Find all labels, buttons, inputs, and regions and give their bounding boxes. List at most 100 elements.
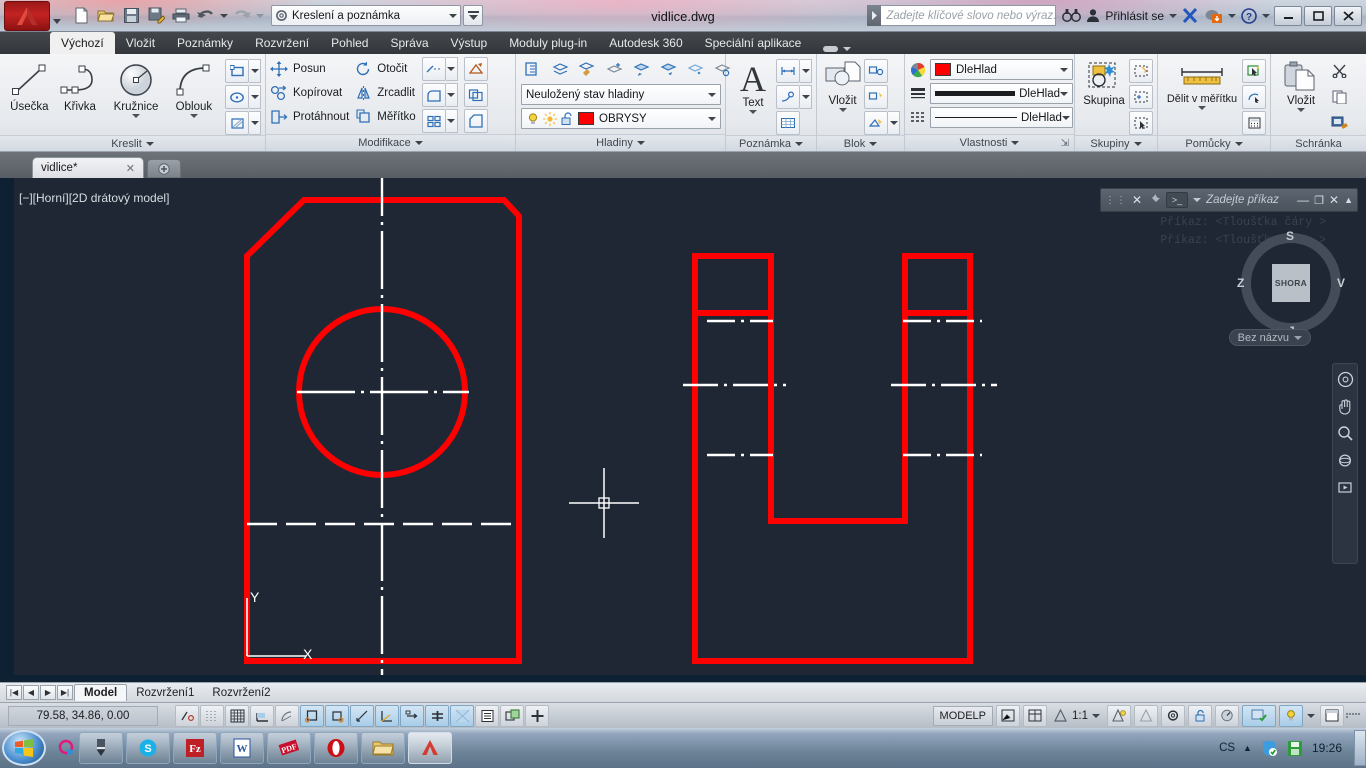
object-color-combo[interactable]: DleHlad bbox=[930, 59, 1073, 80]
filezilla-icon[interactable]: Fz bbox=[173, 732, 217, 764]
restore-button[interactable] bbox=[1304, 6, 1332, 26]
chevron-down-icon[interactable] bbox=[708, 117, 716, 121]
leader-icon[interactable] bbox=[776, 85, 800, 109]
grid-icon[interactable] bbox=[225, 705, 249, 727]
annotation-scale[interactable]: 1:1 bbox=[1049, 706, 1104, 726]
view-cube-west-label[interactable]: Z bbox=[1237, 276, 1244, 290]
new-icon[interactable] bbox=[69, 4, 93, 28]
command-prompt-icon[interactable]: >_ bbox=[1166, 192, 1188, 208]
file-tab-vidlice[interactable]: vidlice* ✕ bbox=[32, 157, 144, 178]
block-attribute-dropdown-icon[interactable] bbox=[888, 111, 900, 135]
open-icon[interactable] bbox=[94, 4, 118, 28]
panel-dialog-launcher-icon[interactable]: ⇲ bbox=[1061, 138, 1069, 149]
ellipse-icon[interactable] bbox=[225, 85, 249, 109]
steering-wheel-icon[interactable] bbox=[1335, 369, 1355, 389]
copy-icon[interactable] bbox=[1327, 85, 1351, 109]
tool-zrcadlit[interactable]: Zrcadlit bbox=[355, 81, 415, 105]
workspace-switcher[interactable]: Kreslení a poznámka bbox=[271, 5, 461, 26]
tool-meritko[interactable]: Měřítko bbox=[355, 105, 415, 129]
view-cube-face[interactable]: SHORA bbox=[1272, 264, 1310, 302]
prev-layout-button[interactable]: ◀ bbox=[23, 685, 39, 700]
lineweight-icon[interactable] bbox=[425, 705, 449, 727]
cleanscreen-icon[interactable] bbox=[1242, 705, 1276, 727]
ribbon-tab-poznamky[interactable]: Poznámky bbox=[166, 32, 244, 54]
tool-posun[interactable]: Posun bbox=[270, 57, 349, 81]
save-as-icon[interactable] bbox=[144, 4, 168, 28]
panel-label-blok[interactable]: Blok bbox=[817, 135, 904, 151]
chevron-down-icon[interactable] bbox=[415, 141, 423, 145]
ungroup-icon[interactable] bbox=[1129, 59, 1153, 83]
annotation-monitor-icon[interactable] bbox=[525, 705, 549, 727]
layer-state-combo[interactable]: Neuložený stav hladiny bbox=[521, 84, 721, 105]
new-file-tab-button[interactable] bbox=[147, 159, 181, 178]
polar-icon[interactable] bbox=[275, 705, 299, 727]
tool-usecka[interactable]: Úsečka bbox=[4, 57, 55, 113]
tool-otocit[interactable]: Otočit bbox=[355, 57, 415, 81]
wrench-icon[interactable] bbox=[1147, 193, 1161, 207]
paste-special-icon[interactable] bbox=[1327, 111, 1351, 135]
tool-vlozit-blok[interactable]: Vložit bbox=[821, 57, 864, 112]
tool-ellipse[interactable] bbox=[225, 85, 261, 109]
layout-icon[interactable] bbox=[1023, 705, 1047, 727]
chevron-down-icon[interactable] bbox=[1092, 714, 1100, 718]
tool-hatch[interactable] bbox=[225, 111, 261, 135]
ribbon-tab-moduly-plug-in[interactable]: Moduly plug-in bbox=[498, 32, 598, 54]
panel-label-hladiny[interactable]: Hladiny bbox=[516, 134, 725, 151]
tool-leader[interactable] bbox=[776, 85, 812, 109]
ribbon-minimize-control[interactable] bbox=[822, 43, 851, 54]
tool-kopirovat[interactable]: Kopírovat bbox=[270, 81, 349, 105]
workspace-icon[interactable] bbox=[1161, 705, 1185, 727]
layer-properties-icon[interactable] bbox=[521, 58, 546, 81]
rectangle-dropdown-icon[interactable] bbox=[249, 59, 261, 83]
user-icon[interactable] bbox=[1086, 8, 1100, 23]
start-orb-icon[interactable] bbox=[2, 730, 46, 766]
tool-trim[interactable] bbox=[422, 57, 458, 81]
next-layout-button[interactable]: ▶ bbox=[40, 685, 56, 700]
current-layer-combo[interactable]: OBRYSY bbox=[521, 108, 721, 129]
chevron-down-icon[interactable] bbox=[1060, 68, 1068, 72]
3dosnap-icon[interactable] bbox=[325, 705, 349, 727]
explode-icon[interactable] bbox=[464, 57, 488, 81]
undo-dropdown-icon[interactable] bbox=[219, 4, 229, 28]
panel-label-pomucky[interactable]: Pomůcky bbox=[1158, 135, 1270, 151]
binoculars-icon[interactable] bbox=[1062, 8, 1081, 23]
dimension-dropdown-icon[interactable] bbox=[800, 59, 812, 83]
qat-customize-button[interactable] bbox=[463, 5, 483, 26]
chevron-down-icon[interactable] bbox=[1198, 106, 1206, 110]
chevron-down-icon[interactable] bbox=[749, 110, 757, 114]
layer-new-icon[interactable] bbox=[548, 58, 573, 81]
chevron-down-icon[interactable] bbox=[1062, 116, 1070, 120]
word-icon[interactable]: W bbox=[220, 732, 264, 764]
chevron-down-icon[interactable] bbox=[190, 114, 198, 118]
chevron-down-icon[interactable] bbox=[146, 142, 154, 146]
tool-skupina[interactable]: Skupina bbox=[1079, 57, 1129, 107]
tool-oblouk[interactable]: Oblouk bbox=[167, 57, 221, 118]
layout-tab-rozvrzeni1[interactable]: Rozvržení1 bbox=[127, 684, 203, 701]
annotation-visibility-icon[interactable] bbox=[1107, 705, 1131, 727]
tool-block-attribute[interactable] bbox=[864, 111, 900, 135]
help-chevron-icon[interactable] bbox=[1262, 14, 1270, 18]
chevron-down-icon[interactable] bbox=[1294, 336, 1302, 340]
pdf-icon[interactable]: PDF bbox=[267, 732, 311, 764]
lineweight-combo[interactable]: DleHlad bbox=[930, 83, 1073, 104]
resize-grip-icon[interactable] bbox=[1346, 713, 1360, 718]
ribbon-tab-pohled[interactable]: Pohled bbox=[320, 32, 379, 54]
close-button[interactable] bbox=[1334, 6, 1362, 26]
language-indicator[interactable]: CS bbox=[1219, 742, 1235, 754]
group-edit-icon[interactable] bbox=[1129, 85, 1153, 109]
view-cube-east-label[interactable]: V bbox=[1337, 276, 1345, 290]
application-menu-caret-icon[interactable] bbox=[53, 19, 61, 24]
zoom-icon[interactable] bbox=[1335, 423, 1355, 443]
cut-icon[interactable] bbox=[1327, 59, 1351, 83]
tool-delit-v-meritku[interactable]: Dělit v měřítku bbox=[1162, 57, 1242, 110]
show-hidden-icons-icon[interactable]: ▲ bbox=[1243, 743, 1252, 753]
search-box[interactable]: Zadejte klíčové slovo nebo výraz. bbox=[867, 5, 1056, 26]
orbit-icon[interactable] bbox=[1335, 450, 1355, 470]
last-layout-button[interactable]: ▶| bbox=[57, 685, 73, 700]
quickprops-icon[interactable] bbox=[475, 705, 499, 727]
measure-distance-icon[interactable] bbox=[1242, 85, 1266, 109]
tool-protahnout[interactable]: Protáhnout bbox=[270, 105, 349, 129]
tool-vlozit-schranka[interactable]: Vložit bbox=[1275, 57, 1327, 112]
chevron-down-icon[interactable] bbox=[795, 142, 803, 146]
close-icon[interactable]: ✕ bbox=[126, 162, 135, 175]
